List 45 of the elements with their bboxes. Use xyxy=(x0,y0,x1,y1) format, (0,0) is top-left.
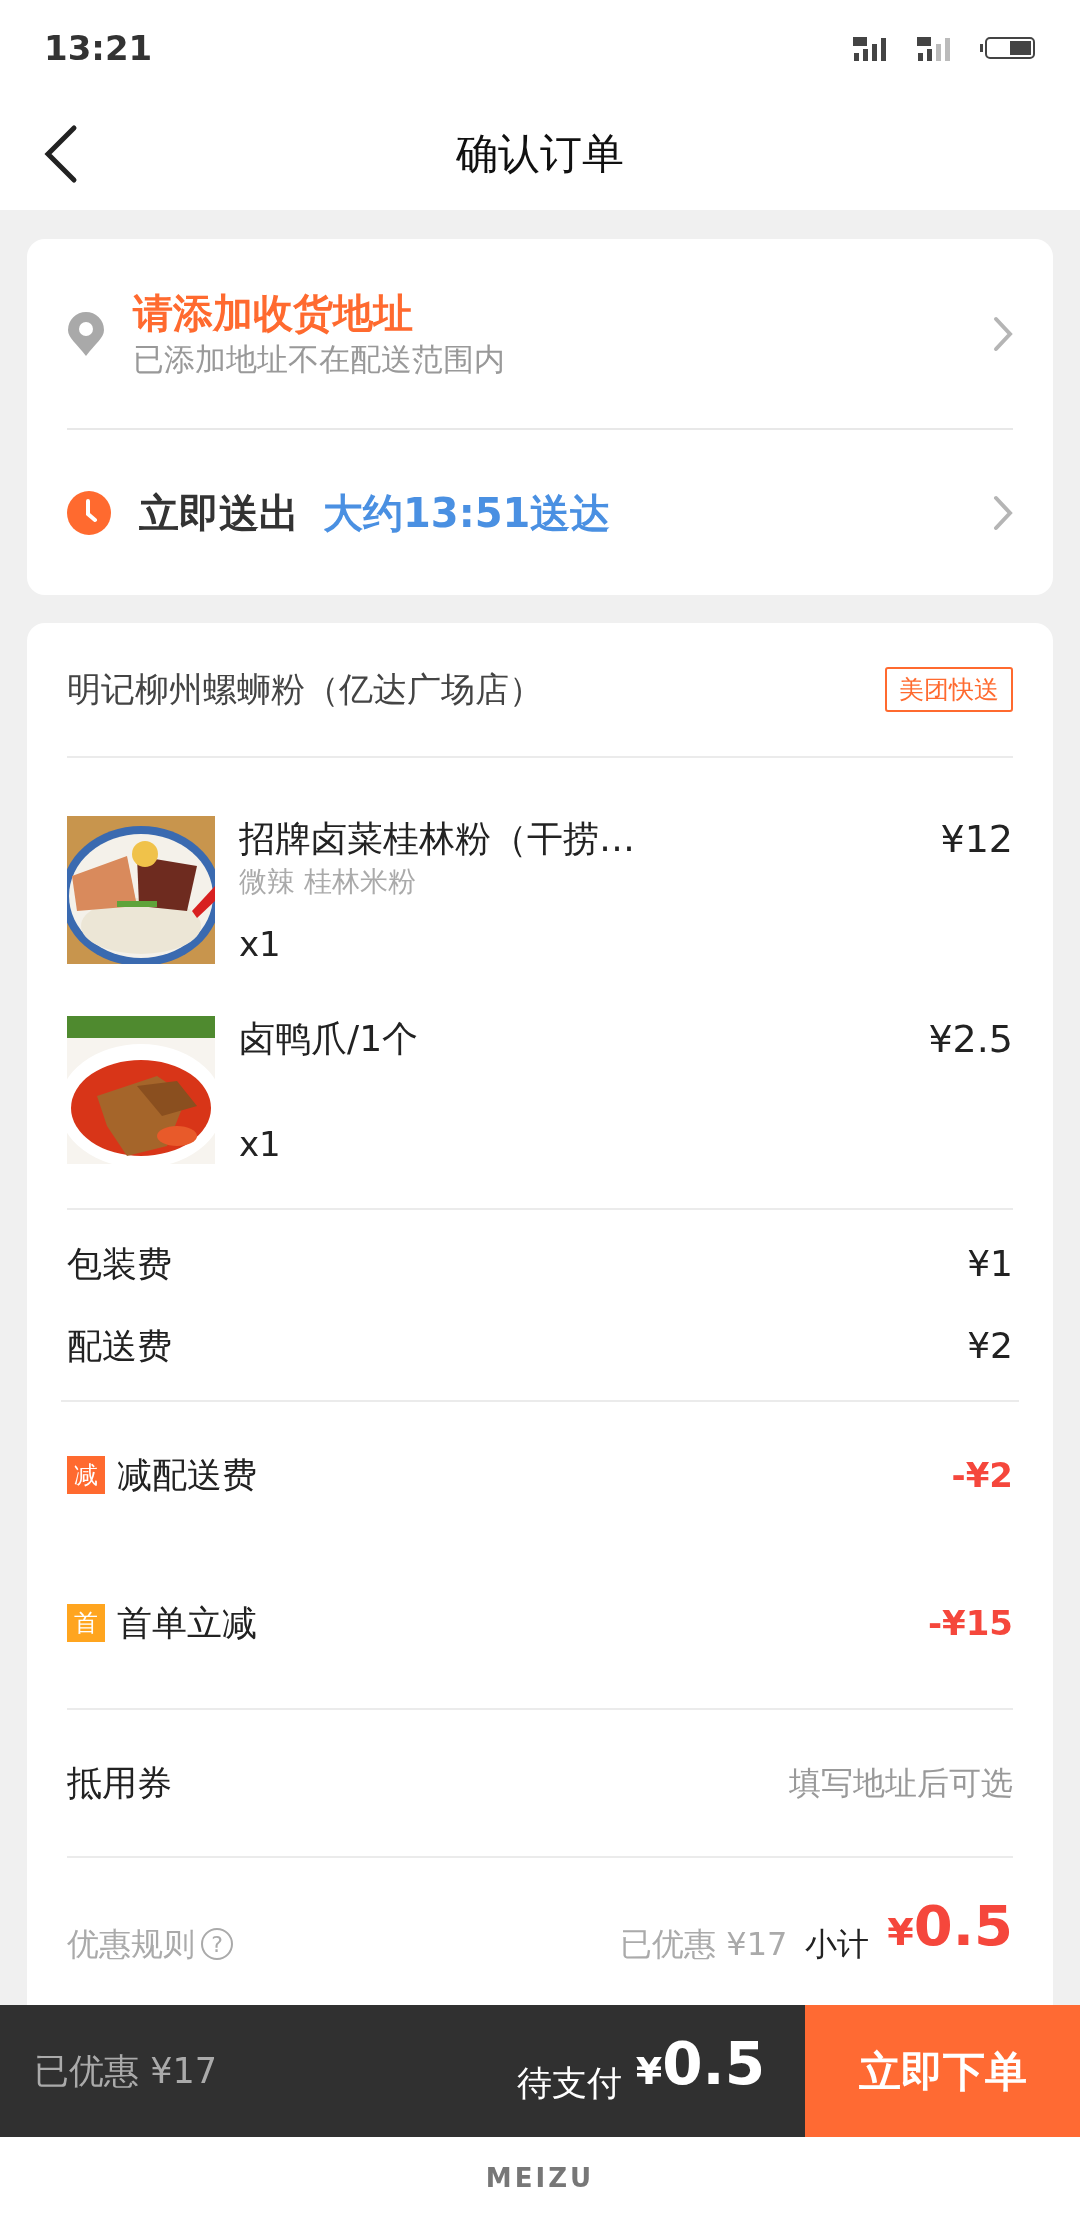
delivery-label: 立即送出 xyxy=(139,488,299,538)
item-quantity: x1 xyxy=(239,1124,282,1164)
footer-saved: 已优惠 ¥17 xyxy=(34,2049,217,2093)
discount-label: 首单立减 xyxy=(117,1601,257,1645)
rules-link[interactable]: 优惠规则 xyxy=(67,1920,195,1968)
delivery-badge: 美团快送 xyxy=(885,666,1013,713)
pay-label: 待支付 xyxy=(516,2061,622,2105)
subtotal-amount: ¥0.5 xyxy=(887,1898,1013,1960)
delivery-eta: 大约13:51送达 xyxy=(323,488,611,538)
voucher-label: 抵用券 xyxy=(67,1761,172,1805)
item-quantity: x1 xyxy=(239,924,282,964)
delivery-row[interactable]: 立即送出 大约13:51送达 xyxy=(67,430,1013,595)
fee-value: ¥2 xyxy=(967,1324,1013,1368)
address-prompt: 请添加收货地址 xyxy=(133,288,414,338)
device-brand: MEIZU xyxy=(485,2162,595,2195)
shop-name: 明记柳州螺蛳粉（亿达广场店） xyxy=(67,668,543,711)
chevron-right-icon xyxy=(993,494,1013,531)
item-spec: 微辣 桂林米粉 xyxy=(239,864,417,900)
place-order-button[interactable]: 立即下单 xyxy=(805,2005,1080,2137)
discount-label: 减配送费 xyxy=(117,1453,257,1497)
chevron-right-icon xyxy=(993,315,1013,352)
fee-label: 配送费 xyxy=(67,1324,172,1368)
item-name: 招牌卤菜桂林粉（干捞… xyxy=(239,817,635,861)
battery-icon xyxy=(980,36,1036,60)
voucher-hint: 填写地址后可选 xyxy=(789,1763,1013,1804)
fee-label: 包装费 xyxy=(67,1242,172,1286)
status-time: 13:21 xyxy=(44,26,153,70)
pay-amount: ¥0.5 xyxy=(635,2033,765,2100)
item-price: ¥2.5 xyxy=(928,1016,1013,1062)
saved-amount: 已优惠 ¥17 xyxy=(620,1924,788,1965)
item-price: ¥12 xyxy=(940,816,1013,862)
clock-icon xyxy=(67,490,111,535)
fee-value: ¥1 xyxy=(967,1242,1013,1286)
help-icon[interactable]: ? xyxy=(201,1928,233,1960)
address-row[interactable]: 请添加收货地址 已添加地址不在配送范围内 xyxy=(67,239,1013,428)
subtotal-label: 小计 xyxy=(805,1924,870,1965)
voucher-row[interactable]: 抵用券 填写地址后可选 xyxy=(67,1710,1013,1856)
discount-value: -¥2 xyxy=(951,1453,1013,1497)
discount-tag: 减 xyxy=(67,1456,105,1494)
page-title: 确认订单 xyxy=(456,127,624,180)
discount-value: -¥15 xyxy=(927,1601,1013,1645)
item-name: 卤鸭爪/1个 xyxy=(239,1017,419,1061)
location-pin-icon xyxy=(67,311,105,356)
address-note: 已添加地址不在配送范围内 xyxy=(133,339,506,379)
discount-tag: 首 xyxy=(67,1604,105,1642)
